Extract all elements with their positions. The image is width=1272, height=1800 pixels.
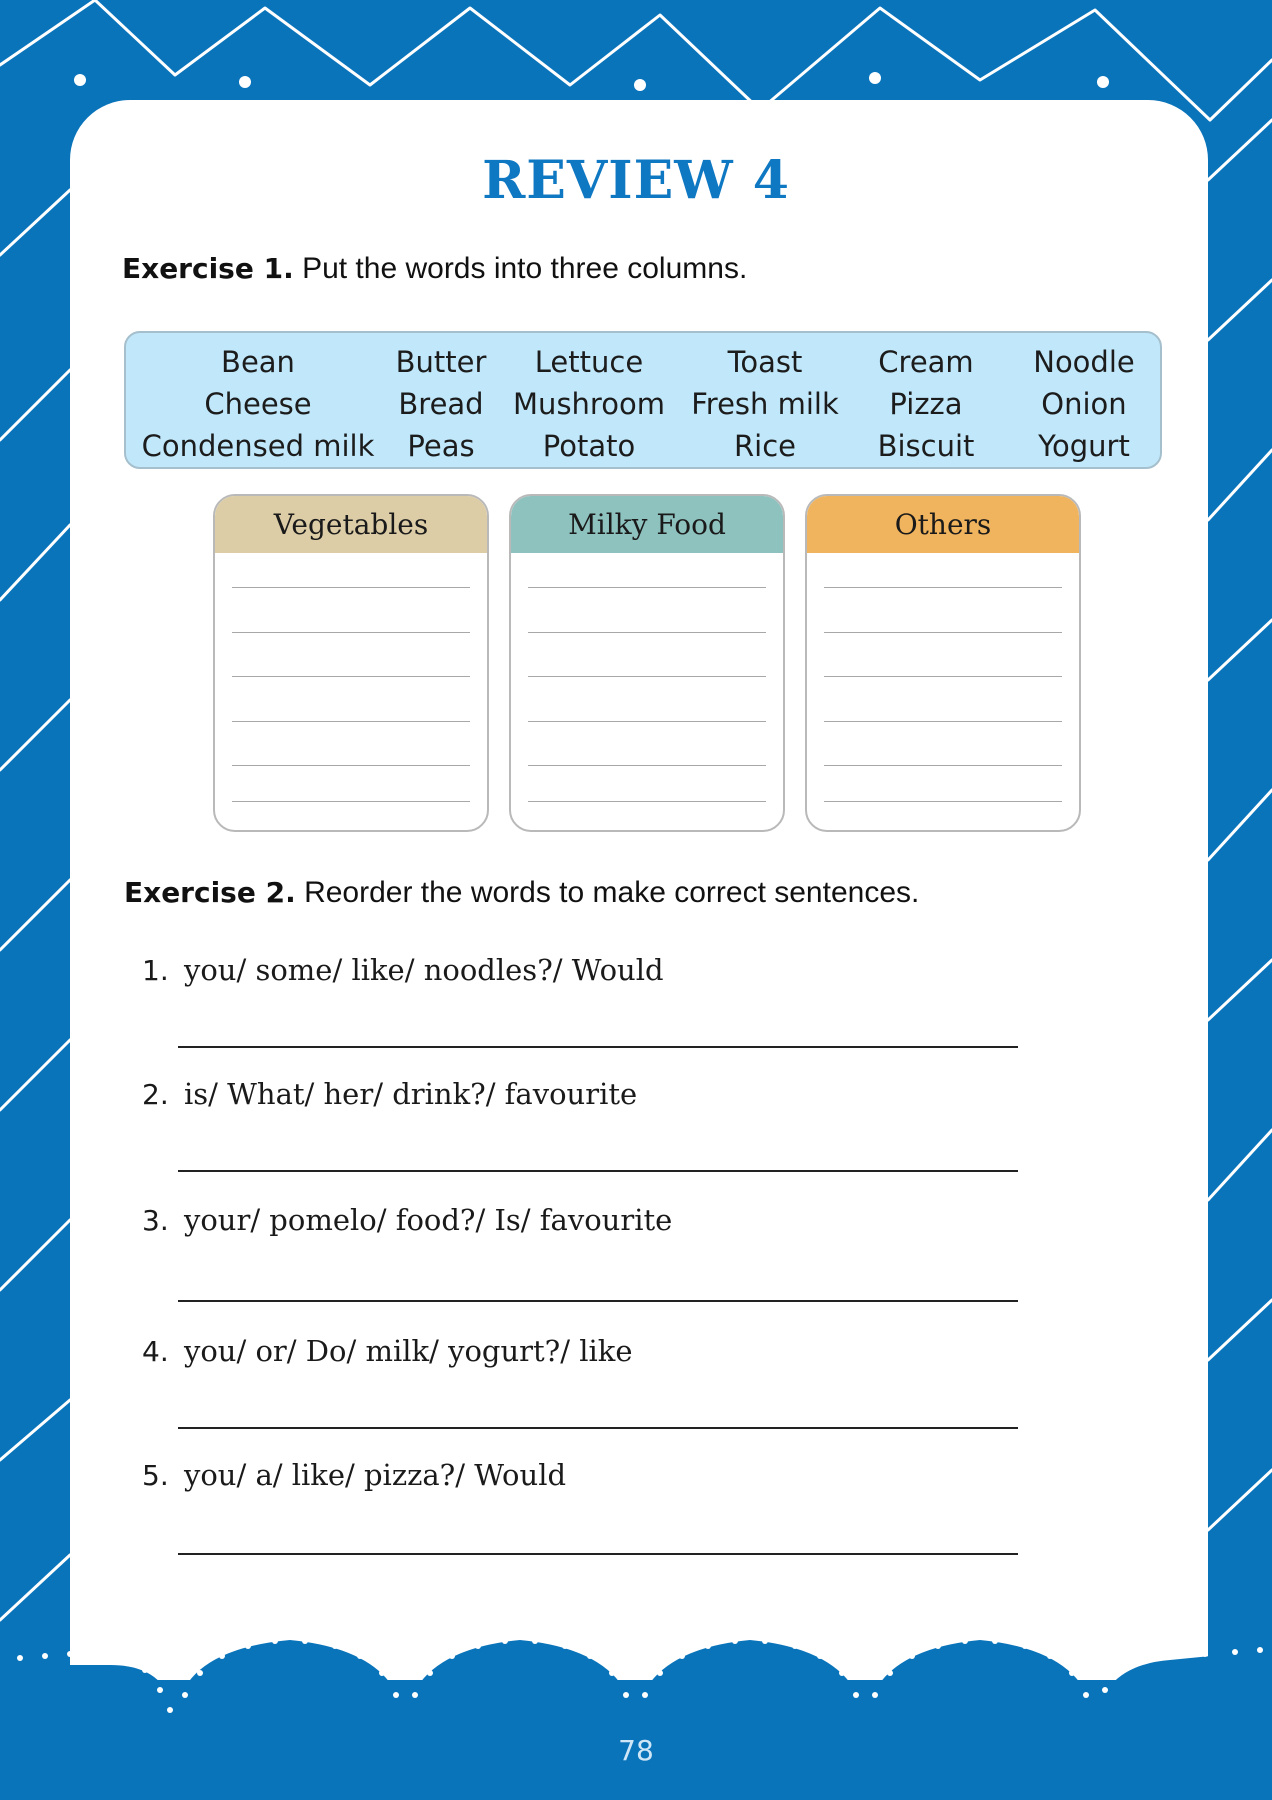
word-bank-column: Bean Cheese Condensed milk [142,341,375,467]
writing-line[interactable] [528,721,766,722]
word-bank-column: Noodle Onion Yogurt [1033,341,1135,467]
writing-line[interactable] [824,721,1062,722]
writing-line[interactable] [528,801,766,802]
question-text: you/ or/ Do/ milk/ yogurt?/ like [183,1334,633,1368]
question-text: is/ What/ her/ drink?/ favourite [183,1077,638,1111]
answer-line[interactable] [178,1300,1018,1302]
word-bank-word: Yogurt [1038,429,1130,463]
word-bank-column: Toast Fresh milk Rice [691,341,839,467]
question-number: 1. [142,954,169,987]
writing-line[interactable] [528,632,766,633]
question-text: you/ some/ like/ noodles?/ Would [183,953,664,987]
exercise-2-heading: Exercise 2. Reorder the words to make co… [124,876,919,910]
writing-line[interactable] [232,801,470,802]
others-column-header: Others [807,496,1079,553]
writing-line[interactable] [528,587,766,588]
writing-line[interactable] [824,801,1062,802]
word-bank-word: Cheese [204,387,312,421]
exercise-2-label: Exercise 2. [124,876,296,909]
question-number: 2. [142,1078,169,1111]
question-item: 1. you/ some/ like/ noodles?/ Would [142,953,664,987]
milky-food-column-header: Milky Food [511,496,783,553]
word-bank-column: Lettuce Mushroom Potato [513,341,665,467]
page-title: REVIEW 4 [482,150,790,211]
writing-line[interactable] [528,765,766,766]
vegetables-column: Vegetables [213,494,489,832]
writing-line[interactable] [824,632,1062,633]
word-bank-word: Condensed milk [141,429,375,463]
writing-line[interactable] [528,676,766,677]
page-number: 78 [618,1734,654,1767]
writing-line[interactable] [232,632,470,633]
writing-line[interactable] [824,765,1062,766]
question-item: 2. is/ What/ her/ drink?/ favourite [142,1077,637,1111]
word-bank-word: Biscuit [877,429,975,463]
word-bank-word: Cream [878,345,974,379]
question-number: 3. [142,1204,169,1237]
answer-line[interactable] [178,1553,1018,1555]
word-bank-word: Rice [733,429,796,463]
question-number: 4. [142,1335,169,1368]
word-bank-word: Mushroom [513,387,665,421]
writing-line[interactable] [232,587,470,588]
writing-line[interactable] [232,765,470,766]
word-bank-word: Peas [407,429,475,463]
word-bank-word: Fresh milk [691,387,839,421]
answer-line[interactable] [178,1046,1018,1048]
question-item: 5. you/ a/ like/ pizza?/ Would [142,1458,566,1492]
question-text: you/ a/ like/ pizza?/ Would [183,1458,567,1492]
question-item: 3. your/ pomelo/ food?/ Is/ favourite [142,1203,672,1237]
exercise-1-heading: Exercise 1. Put the words into three col… [122,252,747,286]
writing-line[interactable] [824,587,1062,588]
writing-line[interactable] [824,676,1062,677]
word-bank-word: Bread [398,387,484,421]
question-item: 4. you/ or/ Do/ milk/ yogurt?/ like [142,1334,633,1368]
word-bank-column: Butter Bread Peas [396,341,487,467]
question-number: 5. [142,1459,169,1492]
vegetables-column-header: Vegetables [215,496,487,553]
writing-line[interactable] [232,676,470,677]
word-bank: Bean Cheese Condensed milk Butter Bread … [124,331,1162,469]
answer-line[interactable] [178,1427,1018,1429]
exercise-1-instruction: Put the words into three columns. [302,252,748,285]
word-bank-word: Onion [1041,387,1127,421]
answer-line[interactable] [178,1170,1018,1172]
word-bank-word: Lettuce [534,345,644,379]
writing-line[interactable] [232,721,470,722]
milky-food-column: Milky Food [509,494,785,832]
word-bank-word: Bean [221,345,295,379]
word-bank-word: Noodle [1033,345,1135,379]
question-text: your/ pomelo/ food?/ Is/ favourite [183,1203,673,1237]
word-bank-word: Potato [542,429,636,463]
exercise-2-instruction: Reorder the words to make correct senten… [304,876,920,909]
exercise-1-label: Exercise 1. [122,252,294,285]
word-bank-word: Butter [395,345,487,379]
word-bank-word: Toast [727,345,803,379]
word-bank-word: Pizza [889,387,963,421]
word-bank-column: Cream Pizza Biscuit [878,341,975,467]
others-column: Others [805,494,1081,832]
